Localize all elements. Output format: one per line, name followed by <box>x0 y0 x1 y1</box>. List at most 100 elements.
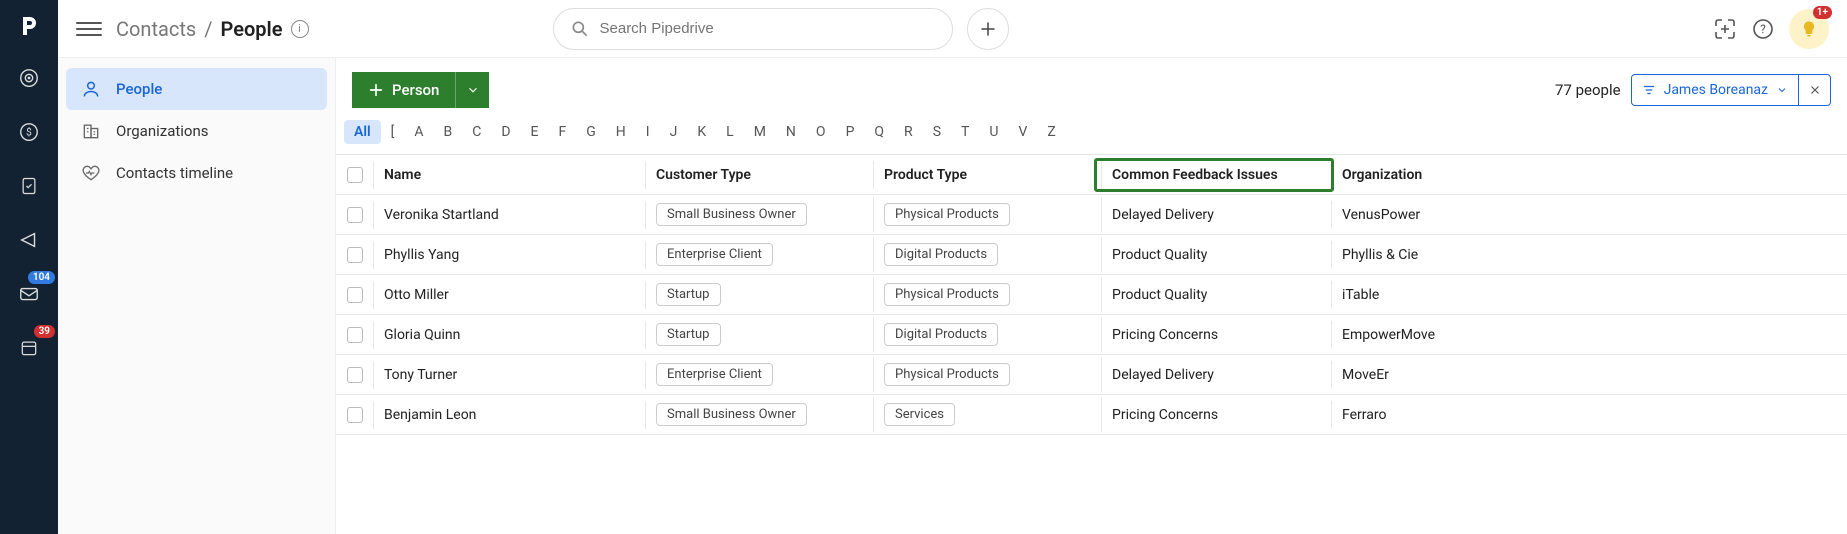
alpha-all[interactable]: All <box>344 120 381 144</box>
alpha-q[interactable]: Q <box>864 120 894 144</box>
sales-assistant-button[interactable]: 1+ <box>1789 9 1829 49</box>
rail-item-inbox[interactable]: 104 <box>15 280 43 308</box>
cell-customer-type: Enterprise Client <box>646 237 874 272</box>
alpha-l[interactable]: L <box>716 120 744 144</box>
search-icon <box>570 19 590 39</box>
col-product-type[interactable]: Product Type <box>874 161 1102 189</box>
alpha-v[interactable]: V <box>1008 120 1037 144</box>
alpha-m[interactable]: M <box>744 120 776 144</box>
cell-name[interactable]: Tony Turner <box>374 361 646 389</box>
row-checkbox[interactable] <box>347 367 363 383</box>
help-icon[interactable]: ? <box>1751 17 1775 41</box>
row-checkbox[interactable] <box>347 407 363 423</box>
alpha-t[interactable]: T <box>951 120 979 144</box>
alpha-a[interactable]: A <box>404 120 433 144</box>
cell-product-type: Digital Products <box>874 317 1102 352</box>
cell-organization[interactable]: iTable <box>1332 281 1847 309</box>
filter-button[interactable]: James Boreanaz <box>1632 75 1798 105</box>
row-checkbox[interactable] <box>347 287 363 303</box>
rail-item-activities[interactable]: 39 <box>15 334 43 362</box>
search-input[interactable] <box>600 20 936 37</box>
table-row[interactable]: Tony Turner Enterprise Client Physical P… <box>336 355 1847 395</box>
row-checkbox[interactable] <box>347 247 363 263</box>
alpha-z[interactable]: Z <box>1037 120 1065 144</box>
sidebar-item-organizations[interactable]: Organizations <box>66 110 327 152</box>
rail-item-deals[interactable]: $ <box>15 118 43 146</box>
active-filter-pill: James Boreanaz <box>1631 74 1831 106</box>
breadcrumb-current: People <box>221 17 283 41</box>
assistant-badge: 1+ <box>1813 6 1832 19</box>
activities-badge: 39 <box>34 325 55 338</box>
table-row[interactable]: Otto Miller Startup Physical Products Pr… <box>336 275 1847 315</box>
add-person-button[interactable]: Person <box>352 72 455 108</box>
col-customer-type[interactable]: Customer Type <box>646 161 874 189</box>
alpha-o[interactable]: O <box>806 120 836 144</box>
alpha-b[interactable]: B <box>433 120 462 144</box>
alpha-d[interactable]: D <box>491 120 520 144</box>
alpha-u[interactable]: U <box>979 120 1008 144</box>
table-header-row: Name Customer Type Product Type Common F… <box>336 155 1847 195</box>
cell-organization[interactable]: MoveEr <box>1332 361 1847 389</box>
menu-toggle-button[interactable] <box>76 16 102 42</box>
alpha-h[interactable]: H <box>606 120 636 144</box>
cell-name[interactable]: Otto Miller <box>374 281 646 309</box>
col-organization[interactable]: Organization <box>1332 161 1847 189</box>
rail-item-campaigns[interactable] <box>15 226 43 254</box>
inbox-badge: 104 <box>28 271 55 284</box>
row-checkbox[interactable] <box>347 327 363 343</box>
cell-organization[interactable]: Ferraro <box>1332 401 1847 429</box>
alpha-p[interactable]: P <box>836 120 865 144</box>
table-area: Person 77 people James Boreanaz <box>336 58 1847 534</box>
add-person-dropdown[interactable] <box>455 72 489 108</box>
people-table: Name Customer Type Product Type Common F… <box>336 154 1847 435</box>
cell-name[interactable]: Gloria Quinn <box>374 321 646 349</box>
search-input-wrap[interactable] <box>553 8 953 50</box>
cell-organization[interactable]: EmpowerMove <box>1332 321 1847 349</box>
alpha-g[interactable]: G <box>576 120 606 144</box>
marketplace-icon[interactable] <box>1713 17 1737 41</box>
contacts-sidebar: People Organizations Contacts timeline <box>58 58 336 534</box>
rail-item-leads[interactable] <box>15 64 43 92</box>
select-all-checkbox[interactable] <box>347 167 363 183</box>
topbar: Contacts / People i ? <box>58 0 1847 58</box>
plus-icon <box>368 82 384 98</box>
alpha-f[interactable]: F <box>549 120 577 144</box>
alpha-[[interactable]: [ <box>381 120 405 144</box>
cell-name[interactable]: Veronika Startland <box>374 201 646 229</box>
quick-add-button[interactable] <box>967 8 1009 50</box>
cell-feedback: Pricing Concerns <box>1102 321 1332 349</box>
alpha-n[interactable]: N <box>776 120 806 144</box>
cell-name[interactable]: Phyllis Yang <box>374 241 646 269</box>
select-all-cell <box>336 161 374 189</box>
col-name[interactable]: Name <box>374 161 646 189</box>
alpha-k[interactable]: K <box>687 120 716 144</box>
nav-rail: $ 104 39 <box>0 0 58 534</box>
cell-organization[interactable]: VenusPower <box>1332 201 1847 229</box>
alpha-r[interactable]: R <box>894 120 923 144</box>
alpha-c[interactable]: C <box>462 120 491 144</box>
breadcrumb-separator: / <box>204 17 212 41</box>
alpha-s[interactable]: S <box>923 120 951 144</box>
row-checkbox[interactable] <box>347 207 363 223</box>
cell-feedback: Delayed Delivery <box>1102 361 1332 389</box>
col-feedback[interactable]: Common Feedback Issues <box>1102 161 1332 189</box>
rail-item-projects[interactable] <box>15 172 43 200</box>
person-icon <box>80 78 102 100</box>
svg-text:$: $ <box>26 126 32 139</box>
alpha-i[interactable]: I <box>636 120 660 144</box>
alpha-e[interactable]: E <box>521 120 549 144</box>
alpha-j[interactable]: J <box>660 120 688 144</box>
cell-organization[interactable]: Phyllis & Cie <box>1332 241 1847 269</box>
breadcrumb-parent[interactable]: Contacts <box>116 17 196 41</box>
cell-customer-type: Small Business Owner <box>646 197 874 232</box>
app-logo <box>17 14 41 38</box>
table-row[interactable]: Benjamin Leon Small Business Owner Servi… <box>336 395 1847 435</box>
sidebar-item-people[interactable]: People <box>66 68 327 110</box>
table-row[interactable]: Veronika Startland Small Business Owner … <box>336 195 1847 235</box>
cell-name[interactable]: Benjamin Leon <box>374 401 646 429</box>
info-icon[interactable]: i <box>291 20 309 38</box>
sidebar-item-timeline[interactable]: Contacts timeline <box>66 152 327 194</box>
clear-filter-button[interactable] <box>1798 75 1830 105</box>
table-row[interactable]: Phyllis Yang Enterprise Client Digital P… <box>336 235 1847 275</box>
table-row[interactable]: Gloria Quinn Startup Digital Products Pr… <box>336 315 1847 355</box>
